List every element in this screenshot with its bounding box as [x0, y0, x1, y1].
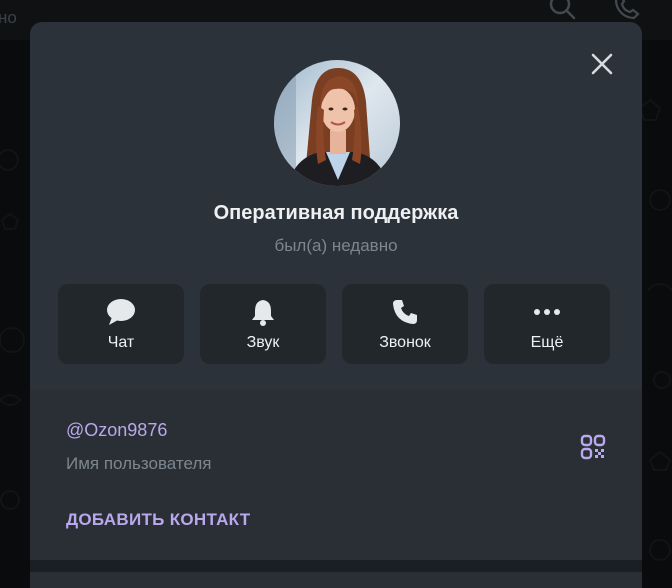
qr-code-icon[interactable]: [580, 434, 606, 460]
call-button[interactable]: Звонок: [342, 284, 468, 364]
sound-button[interactable]: Звук: [200, 284, 326, 364]
bell-icon: [250, 298, 276, 326]
next-section: [30, 572, 642, 588]
close-icon: [591, 53, 613, 75]
more-button[interactable]: Ещё: [484, 284, 610, 364]
action-buttons-row: Чат Звук Звонок Ещё: [58, 284, 610, 364]
section-divider: [30, 560, 642, 572]
more-button-label: Ещё: [530, 334, 564, 351]
add-contact-button[interactable]: ДОБАВИТЬ КОНТАКТ: [66, 510, 250, 530]
close-button[interactable]: [588, 50, 616, 78]
contact-info-section: @Ozon9876 Имя пользователя ДОБАВИТЬ КОНТ…: [30, 390, 642, 560]
call-button-label: Звонок: [379, 334, 431, 351]
chat-button[interactable]: Чат: [58, 284, 184, 364]
chat-button-label: Чат: [107, 334, 135, 351]
more-dots-icon: [532, 298, 562, 326]
chat-bubble-icon: [106, 298, 136, 326]
app-window: но Оперативная поддержка был(а) недавно …: [0, 0, 672, 588]
username-caption: Имя пользователя: [66, 454, 212, 473]
sound-button-label: Звук: [246, 334, 280, 351]
profile-avatar[interactable]: [274, 60, 400, 186]
profile-name: Оперативная поддержка: [213, 202, 459, 224]
profile-status: был(а) недавно: [274, 236, 398, 255]
user-info-dialog: Оперативная поддержка был(а) недавно Чат: [30, 22, 642, 588]
phone-icon: [391, 298, 419, 326]
username-link[interactable]: @Ozon9876: [66, 420, 167, 441]
